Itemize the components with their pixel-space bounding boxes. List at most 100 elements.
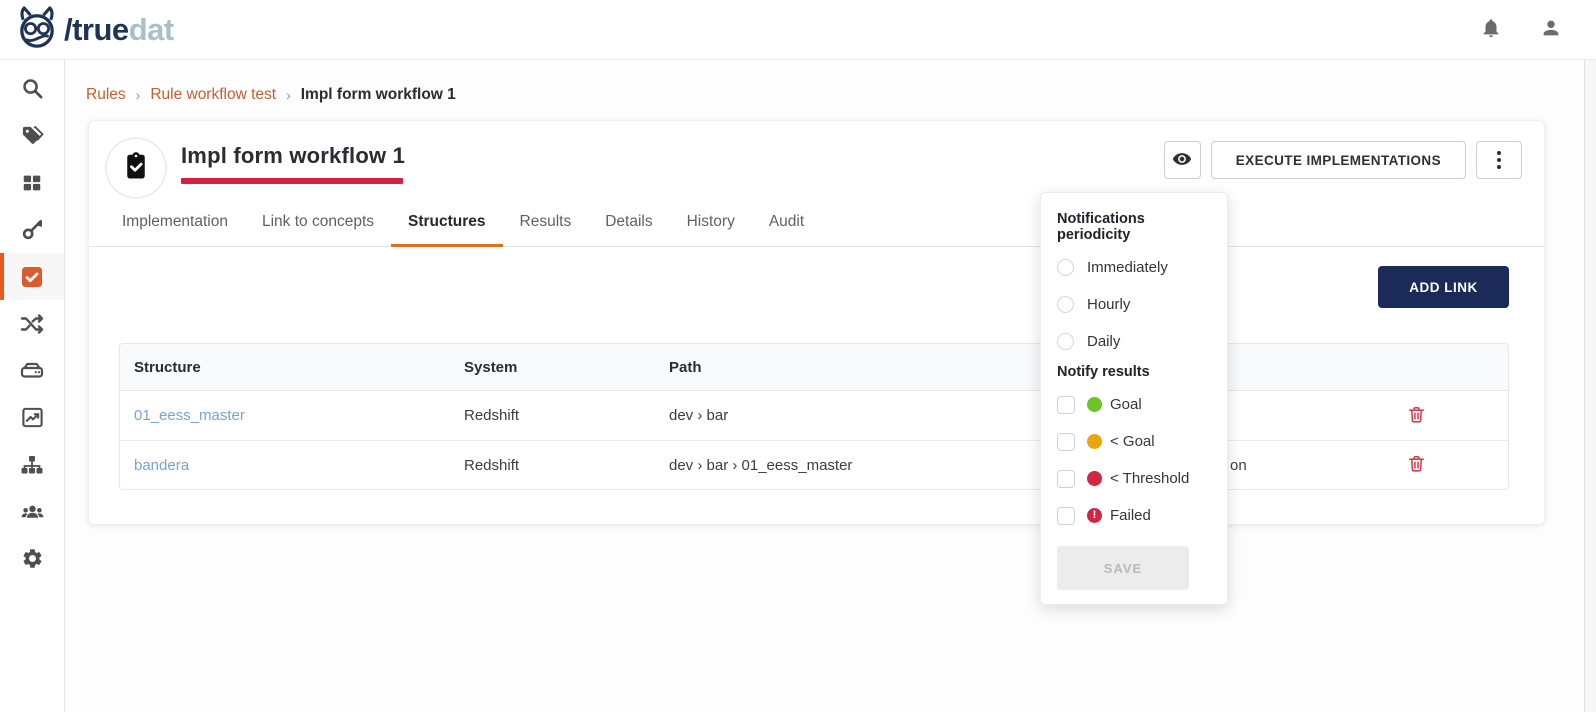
sidebar-item-users[interactable] bbox=[0, 488, 64, 535]
delete-link-button[interactable] bbox=[1407, 405, 1426, 427]
preview-button[interactable] bbox=[1164, 141, 1201, 179]
notifications-popup: Notifications periodicity Immediately Ho… bbox=[1040, 192, 1228, 605]
column-header-path: Path bbox=[655, 359, 975, 376]
logo-text-secondary: dat bbox=[129, 12, 174, 47]
path-cell: dev › bar › 01_eess_master bbox=[655, 457, 975, 474]
sidebar-item-charts[interactable] bbox=[0, 394, 64, 441]
checkbox-option-below-threshold[interactable]: < Threshold bbox=[1057, 460, 1211, 497]
tab-details[interactable]: Details bbox=[588, 213, 669, 247]
goal-status-dot bbox=[1087, 397, 1102, 412]
radio-option-hourly[interactable]: Hourly bbox=[1057, 286, 1211, 323]
checkbox-option-goal[interactable]: Goal bbox=[1057, 386, 1211, 423]
scrollbar[interactable] bbox=[1584, 60, 1596, 712]
owl-logo-icon bbox=[14, 6, 60, 54]
trash-icon bbox=[1407, 454, 1426, 476]
eye-icon bbox=[1172, 149, 1192, 172]
sidebar-item-lineage[interactable] bbox=[0, 300, 64, 347]
implementation-avatar bbox=[105, 137, 167, 199]
title-accent-bar bbox=[181, 178, 403, 184]
add-link-button[interactable]: ADD LINK bbox=[1378, 266, 1509, 308]
brand-logo[interactable]: /truedat bbox=[14, 6, 174, 54]
radio-option-immediately[interactable]: Immediately bbox=[1057, 249, 1211, 286]
sidebar-item-permissions[interactable] bbox=[0, 206, 64, 253]
structure-link[interactable]: bandera bbox=[134, 457, 189, 474]
sitemap-icon bbox=[20, 453, 44, 477]
header-actions bbox=[1480, 17, 1562, 42]
checkbox-icon[interactable] bbox=[1057, 470, 1075, 488]
implementation-card: Impl form workflow 1 EXECUTE IMPLEMENTAT… bbox=[88, 120, 1545, 525]
checkbox-icon[interactable] bbox=[1057, 396, 1075, 414]
logo-text: /truedat bbox=[64, 14, 174, 45]
sidebar-item-search[interactable] bbox=[0, 65, 64, 112]
sidebar-item-systems[interactable] bbox=[0, 347, 64, 394]
user-menu-button[interactable] bbox=[1540, 17, 1562, 42]
radio-icon[interactable] bbox=[1057, 333, 1074, 350]
column-header-system: System bbox=[450, 359, 655, 376]
below-goal-status-dot bbox=[1087, 434, 1102, 449]
trash-icon bbox=[1407, 405, 1426, 427]
failed-exclamation-icon bbox=[1087, 508, 1102, 523]
tab-link-to-concepts[interactable]: Link to concepts bbox=[245, 213, 391, 247]
breadcrumb-link-rule-workflow-test[interactable]: Rule workflow test bbox=[150, 86, 276, 104]
system-cell: Redshift bbox=[450, 407, 655, 424]
sidebar-item-structures[interactable] bbox=[0, 441, 64, 488]
checkbox-icon[interactable] bbox=[1057, 507, 1075, 525]
execute-implementations-button[interactable]: EXECUTE IMPLEMENTATIONS bbox=[1211, 141, 1466, 179]
delete-link-button[interactable] bbox=[1407, 454, 1426, 476]
tab-results[interactable]: Results bbox=[503, 213, 589, 247]
sidebar-item-dashboard[interactable] bbox=[0, 159, 64, 206]
page-title: Impl form workflow 1 bbox=[181, 143, 405, 169]
clipboard-check-icon bbox=[121, 151, 151, 186]
checkbox-label: < Threshold bbox=[1110, 470, 1189, 487]
radio-label: Immediately bbox=[1087, 259, 1168, 276]
table-row: 01_eess_master Redshift dev › bar bbox=[120, 391, 1508, 440]
table-row: bandera Redshift dev › bar › 01_eess_mas… bbox=[120, 440, 1508, 489]
breadcrumb-link-rules[interactable]: Rules bbox=[86, 86, 126, 104]
logo-text-primary: /true bbox=[64, 12, 129, 47]
breadcrumb-current: Impl form workflow 1 bbox=[301, 86, 456, 104]
sidebar-item-tags[interactable] bbox=[0, 112, 64, 159]
structure-link[interactable]: 01_eess_master bbox=[134, 407, 245, 424]
key-icon bbox=[21, 218, 44, 241]
check-square-icon bbox=[20, 265, 44, 289]
kebab-menu-icon bbox=[1497, 151, 1501, 169]
system-cell: Redshift bbox=[450, 457, 655, 474]
title-block: Impl form workflow 1 bbox=[181, 137, 405, 184]
structures-table: Structure System Path 01_eess_master Red… bbox=[119, 343, 1509, 490]
clipped-text-fragment: on bbox=[1230, 457, 1247, 474]
structures-panel: ADD LINK Structure System Path 01_eess_m… bbox=[89, 247, 1544, 524]
sidebar-item-settings[interactable] bbox=[0, 535, 64, 582]
checkbox-icon[interactable] bbox=[1057, 433, 1075, 451]
sidebar bbox=[0, 60, 65, 712]
save-button[interactable]: SAVE bbox=[1057, 546, 1189, 590]
checkbox-label: Failed bbox=[1110, 507, 1151, 524]
checkbox-label: < Goal bbox=[1110, 433, 1155, 450]
card-header: Impl form workflow 1 EXECUTE IMPLEMENTAT… bbox=[89, 121, 1544, 199]
checkbox-option-below-goal[interactable]: < Goal bbox=[1057, 423, 1211, 460]
radio-icon[interactable] bbox=[1057, 259, 1074, 276]
radio-option-daily[interactable]: Daily bbox=[1057, 323, 1211, 360]
tab-implementation[interactable]: Implementation bbox=[105, 213, 245, 247]
more-options-button[interactable] bbox=[1476, 141, 1522, 179]
path-cell: dev › bar bbox=[655, 407, 975, 424]
notifications-button[interactable] bbox=[1480, 17, 1502, 42]
shuffle-icon bbox=[20, 312, 44, 336]
tab-history[interactable]: History bbox=[670, 213, 752, 247]
gear-icon bbox=[21, 547, 44, 570]
grid-icon bbox=[21, 172, 43, 194]
search-icon bbox=[21, 77, 44, 100]
main-content: Rules › Rule workflow test › Impl form w… bbox=[65, 60, 1584, 712]
below-threshold-status-dot bbox=[1087, 471, 1102, 486]
app-header: /truedat bbox=[0, 0, 1596, 60]
hard-drive-icon bbox=[20, 359, 44, 383]
tab-audit[interactable]: Audit bbox=[752, 213, 821, 247]
checkbox-option-failed[interactable]: Failed bbox=[1057, 497, 1211, 534]
sidebar-item-quality-active[interactable] bbox=[0, 253, 64, 300]
structures-toolbar: ADD LINK bbox=[119, 266, 1509, 308]
checkbox-label: Goal bbox=[1110, 396, 1142, 413]
radio-icon[interactable] bbox=[1057, 296, 1074, 313]
breadcrumb-separator: › bbox=[286, 87, 291, 103]
chart-line-icon bbox=[21, 406, 44, 429]
tab-structures[interactable]: Structures bbox=[391, 213, 503, 247]
radio-label: Daily bbox=[1087, 333, 1120, 350]
